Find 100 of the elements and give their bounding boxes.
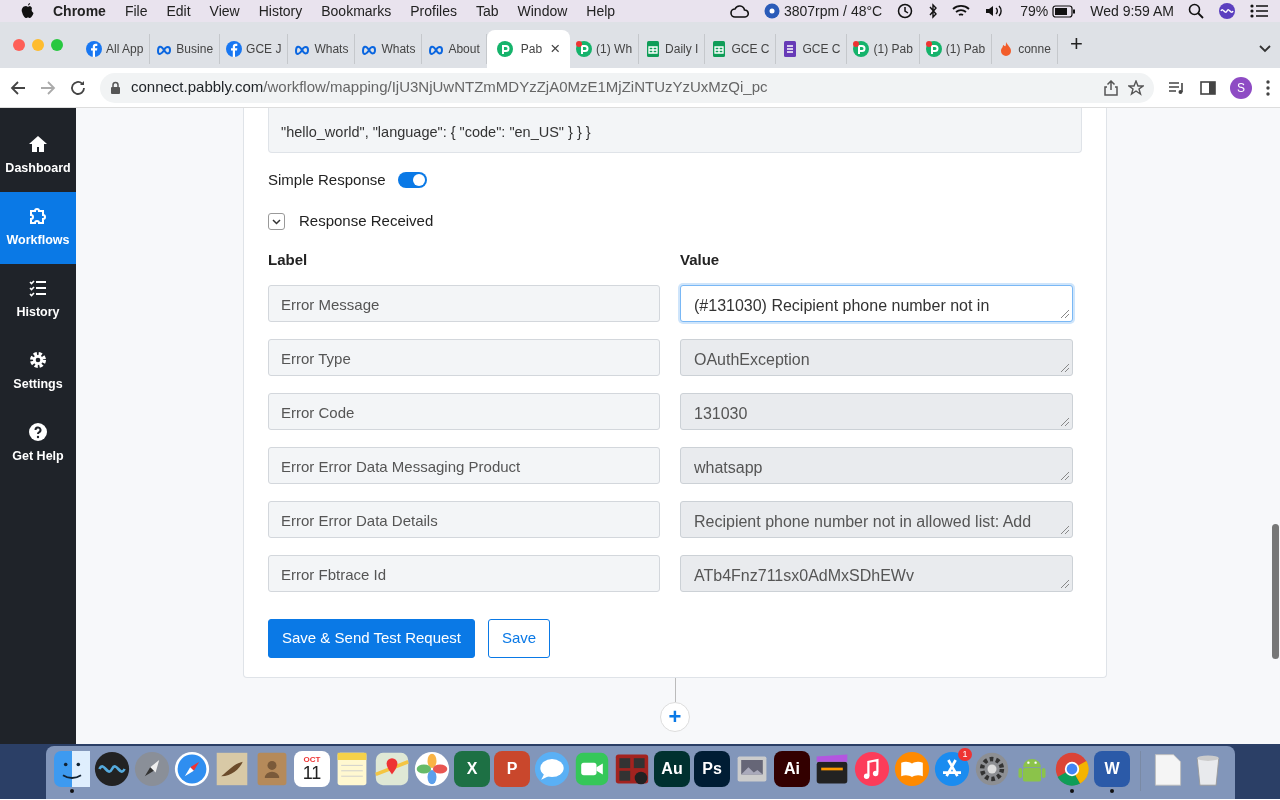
map-icon[interactable]: [374, 751, 410, 787]
section-title: Response Received: [299, 211, 434, 232]
value-field[interactable]: (#131030) Recipient phone number not in: [680, 285, 1073, 323]
browser-tab[interactable]: (1) Wh: [570, 34, 640, 64]
side-panel-icon[interactable]: [1200, 80, 1216, 95]
share-icon[interactable]: [1104, 79, 1118, 96]
toggle-switch[interactable]: [397, 172, 427, 188]
rocket-icon[interactable]: [134, 751, 170, 787]
value-field[interactable]: OAuthException: [680, 339, 1073, 377]
browser-tab[interactable]: GCE C: [705, 34, 777, 64]
resize-handle-icon[interactable]: [1060, 579, 1070, 590]
value-field[interactable]: ATb4Fnz711sx0AdMxSDhEWv: [680, 555, 1073, 593]
bluetooth-icon[interactable]: [928, 3, 939, 19]
profile-avatar[interactable]: S: [1230, 76, 1252, 99]
open-book-icon[interactable]: [894, 751, 930, 787]
value-field[interactable]: Recipient phone number not in allowed list: Add: [680, 501, 1073, 539]
sidebar-item[interactable]: History: [0, 264, 76, 336]
close-tab-button[interactable]: ×: [550, 36, 561, 62]
lock-icon: [110, 80, 121, 95]
puzzle-icon: [28, 206, 48, 227]
app-store-icon[interactable]: [934, 751, 970, 787]
browser-tab[interactable]: Whats: [288, 34, 356, 64]
column-header: Value: [680, 249, 721, 270]
browser-tab[interactable]: Busine: [150, 34, 221, 64]
value-field[interactable]: 131030: [680, 393, 1073, 431]
siri-icon[interactable]: [94, 751, 130, 787]
menu-item[interactable]: Edit: [166, 0, 191, 22]
scrollbar-thumb[interactable]: [1272, 524, 1279, 659]
app-tile-icon[interactable]: X: [454, 751, 490, 787]
compass-icon[interactable]: [174, 751, 210, 787]
back-icon[interactable]: [10, 79, 26, 96]
label-field: Error Code: [268, 393, 660, 431]
resize-handle-icon[interactable]: [1060, 417, 1070, 428]
speech-bubble-icon[interactable]: [534, 751, 570, 787]
browser-tab[interactable]: Whats: [355, 34, 423, 64]
resize-handle-icon[interactable]: [1060, 525, 1070, 536]
search-icon[interactable]: [1188, 3, 1204, 19]
resize-handle-icon[interactable]: [1060, 363, 1070, 374]
window-controls[interactable]: [13, 39, 63, 51]
form-button[interactable]: Save: [488, 619, 551, 658]
add-step-button[interactable]: +: [660, 701, 690, 732]
browser-tab[interactable]: Pab ×: [486, 30, 571, 68]
facebook-icon: [86, 41, 102, 57]
menu-item[interactable]: History: [258, 0, 303, 22]
sidebar-item[interactable]: Workflows: [0, 192, 76, 264]
label-field: Error Fbtrace Id: [268, 555, 660, 593]
media-queue-icon[interactable]: [1168, 80, 1186, 95]
chrome-icon[interactable]: [1054, 751, 1090, 787]
sidebar-item[interactable]: Get Help: [0, 408, 76, 480]
forward-icon[interactable]: [40, 79, 56, 96]
spreadsheet-icon: [711, 41, 728, 57]
browser-tab[interactable]: GCE C: [776, 34, 848, 64]
siri-icon[interactable]: [1218, 2, 1236, 20]
form-icon: [782, 41, 799, 57]
new-tab-button[interactable]: +: [1069, 27, 1083, 60]
app-tile-icon[interactable]: Ps: [694, 751, 730, 787]
browser-tab[interactable]: GCE J: [220, 34, 289, 64]
finder-icon[interactable]: [54, 751, 90, 787]
browser-tab[interactable]: Daily I: [639, 34, 706, 64]
browser-tab[interactable]: (1) Pab: [847, 34, 920, 64]
browser-tab[interactable]: About: [422, 34, 487, 64]
value-field[interactable]: whatsapp: [680, 447, 1073, 485]
more-menu-icon[interactable]: [1266, 79, 1270, 96]
browser-tab[interactable]: (1) Pab: [919, 34, 993, 64]
app-tile-icon[interactable]: Ai: [774, 751, 810, 787]
time-machine-icon[interactable]: [896, 3, 915, 19]
app-menu[interactable]: Chrome: [53, 0, 106, 22]
app-tile-icon[interactable]: Au: [654, 751, 690, 787]
music-note-icon[interactable]: [854, 751, 890, 787]
gear-icon[interactable]: [974, 751, 1010, 787]
sidebar-item[interactable]: Dashboard: [0, 120, 76, 192]
menu-item[interactable]: Help: [586, 0, 616, 22]
control-center-icon[interactable]: [1250, 4, 1268, 18]
sidebar-item[interactable]: Settings: [0, 336, 76, 408]
app-tile-icon[interactable]: P: [494, 751, 530, 787]
bookmark-star-icon[interactable]: [1128, 79, 1144, 96]
menu-item[interactable]: File: [124, 0, 148, 22]
chevron-down-icon[interactable]: [1258, 44, 1272, 54]
app-tile-icon[interactable]: W: [1094, 751, 1130, 787]
menu-item[interactable]: Tab: [475, 0, 499, 22]
help-icon: [28, 422, 48, 443]
menu-item[interactable]: View: [209, 0, 240, 22]
flower-icon[interactable]: [414, 751, 450, 787]
browser-tab[interactable]: conne: [992, 34, 1058, 64]
menu-item[interactable]: Bookmarks: [321, 0, 392, 22]
menu-item[interactable]: Profiles: [410, 0, 457, 22]
resize-handle-icon[interactable]: [1060, 309, 1070, 320]
menu-item[interactable]: Window: [517, 0, 568, 22]
browser-tab[interactable]: All App: [80, 34, 151, 64]
wifi-icon[interactable]: [952, 4, 971, 18]
bird-stamp-icon[interactable]: [214, 751, 250, 787]
facebook-icon: [226, 41, 243, 57]
fan-icon[interactable]: [763, 3, 780, 19]
expand-toggle[interactable]: [268, 213, 285, 230]
form-button[interactable]: Save & Send Test Request: [268, 619, 475, 658]
video-camera-icon[interactable]: [574, 751, 610, 787]
calendar-icon[interactable]: OCT 11: [294, 751, 330, 787]
cloud-icon[interactable]: [729, 4, 750, 18]
resize-handle-icon[interactable]: [1060, 471, 1070, 482]
reload-icon[interactable]: [70, 79, 86, 96]
